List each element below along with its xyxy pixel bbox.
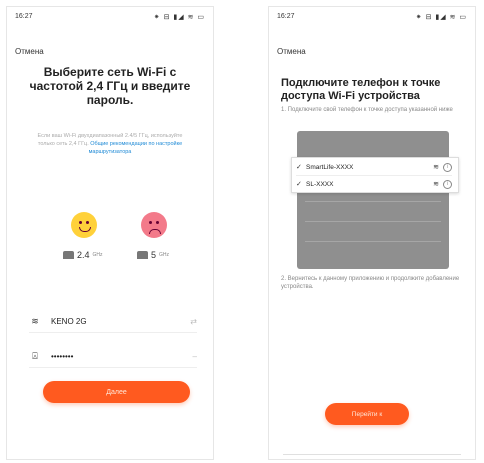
network-name: SL-XXXX (306, 180, 334, 188)
right-screen: 16:27 ⁕ ⊟ ▮◢ ≋ ▭ Отмена Подключите телеф… (268, 6, 476, 460)
eye (149, 221, 152, 224)
status-time: 16:27 (15, 13, 33, 20)
list-divider (305, 221, 441, 222)
phone-wifi-illustration (297, 131, 449, 269)
instruction-step-2: 2. Вернитесь к данному приложению и прод… (281, 276, 460, 290)
wifi-icon: ≋ (31, 315, 39, 326)
wifi-signal-icon: ≋ (433, 181, 439, 188)
status-icons: ⁕ ⊟ ▮◢ ≋ ▭ (415, 14, 467, 21)
band-5ghz: 5 GHz (137, 250, 169, 260)
status-icons: ⁕ ⊟ ▮◢ ≋ ▭ (153, 14, 205, 21)
network-item: ✓ SmartLife-XXXX ≋ i (296, 159, 452, 176)
status-bar: 16:27 ⁕ ⊟ ▮◢ ≋ ▭ (277, 13, 467, 25)
router-icon (63, 251, 74, 259)
mouth (79, 227, 91, 232)
router-guide-link[interactable]: Общие рекомендации по настройке маршрути… (89, 141, 183, 155)
network-list: ✓ SmartLife-XXXX ≋ i ✓ SL-XXXX ≋ i (291, 157, 459, 193)
wifi-signal-icon: ≋ (433, 164, 439, 171)
instruction-step-1: 1. Подключите свой телефон к точке досту… (281, 107, 453, 113)
home-indicator (283, 454, 461, 455)
band-unit: GHz (92, 252, 103, 258)
wifi-name[interactable]: KENO 2G (51, 317, 190, 326)
band-2-4ghz: 2.4 GHz (63, 250, 103, 260)
description: Если ваш Wi-Fi двухдиапазонный 2.4/5 ГГц… (29, 132, 191, 156)
left-screen: 16:27 ⁕ ⊟ ▮◢ ≋ ▭ Отмена Выберите сеть Wi… (6, 6, 214, 460)
info-icon: i (443, 179, 452, 189)
network-name: SmartLife-XXXX (306, 163, 354, 171)
next-button[interactable]: Далее (43, 381, 190, 403)
eye (86, 221, 89, 224)
band-value: 5 (151, 250, 157, 260)
divider (29, 332, 197, 333)
router-icon (137, 251, 148, 259)
go-to-settings-button[interactable]: Перейти к (325, 403, 409, 425)
divider (29, 367, 197, 368)
mouth (149, 229, 161, 234)
info-icon: i (443, 162, 452, 172)
page-title: Выберите сеть Wi-Fi с частотой 2,4 ГГц и… (29, 65, 191, 107)
eye (79, 221, 82, 224)
show-password-icon[interactable]: – (193, 352, 197, 361)
band-value: 2.4 (77, 250, 90, 260)
bad-face-icon (141, 212, 167, 238)
wifi-field[interactable]: ≋ KENO 2G ⇄ (29, 312, 197, 330)
password-field[interactable]: ⍓ •••••••• – (29, 347, 197, 365)
list-divider (305, 241, 441, 242)
good-face-icon (71, 212, 97, 238)
band-unit: GHz (159, 252, 170, 258)
check-icon: ✓ (296, 181, 302, 188)
switch-network-icon[interactable]: ⇄ (190, 317, 197, 326)
cancel-button[interactable]: Отмена (277, 47, 306, 56)
cancel-button[interactable]: Отмена (15, 47, 44, 56)
eye (156, 221, 159, 224)
status-time: 16:27 (277, 13, 295, 20)
check-icon: ✓ (296, 164, 302, 171)
password-input[interactable]: •••••••• (51, 352, 193, 361)
lock-icon: ⍓ (32, 350, 38, 361)
list-divider (305, 201, 441, 202)
page-title: Подключите телефон к точке доступа Wi-Fi… (281, 77, 441, 102)
network-item: ✓ SL-XXXX ≋ i (296, 176, 452, 192)
status-bar: 16:27 ⁕ ⊟ ▮◢ ≋ ▭ (15, 13, 205, 25)
